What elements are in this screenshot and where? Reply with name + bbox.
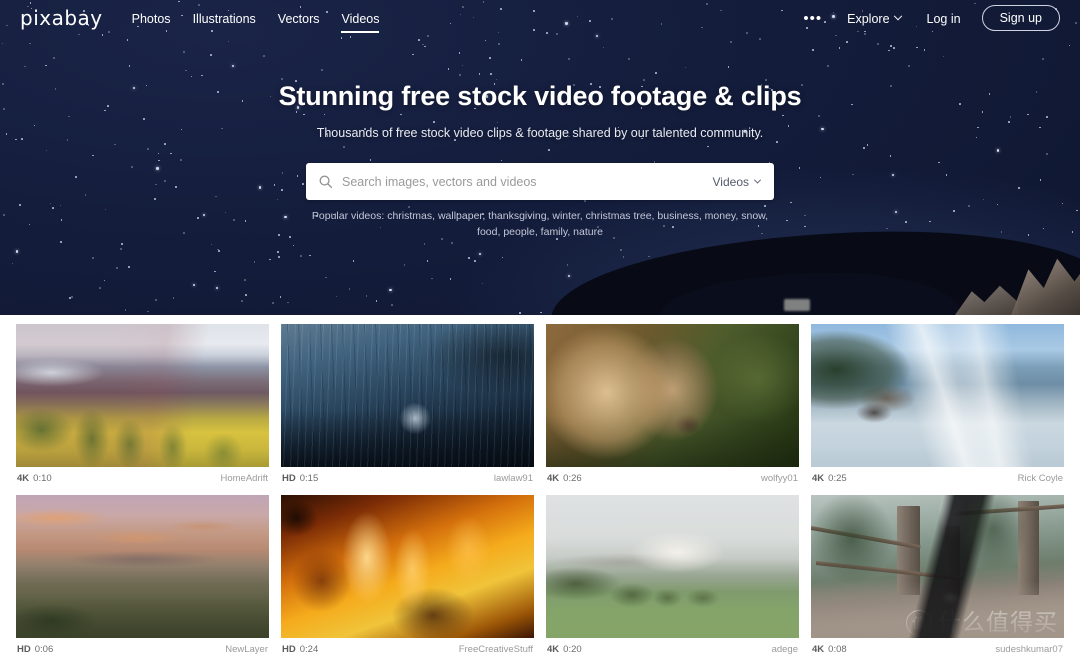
nav-link-photos[interactable]: Photos (121, 2, 182, 35)
popular-tags-list[interactable]: christmas, wallpaper, thanksgiving, wint… (387, 210, 768, 238)
video-thumbnail[interactable] (281, 324, 534, 467)
video-author[interactable]: wolfyy01 (761, 473, 798, 484)
fence-post (945, 526, 961, 596)
video-quality-duration: 4K 0:26 (547, 473, 582, 484)
video-thumbnail[interactable] (811, 324, 1064, 467)
pixabay-logo[interactable]: pixabay (12, 8, 121, 28)
video-thumbnail[interactable]: 值什么值得买 (811, 495, 1064, 638)
video-duration: 0:10 (33, 473, 52, 484)
video-author[interactable]: HomeAdrift (220, 473, 268, 484)
video-quality-badge: HD (282, 644, 296, 655)
watermark: 值什么值得买 (906, 610, 1058, 636)
video-card[interactable]: HD 0:24 FreeCreativeStuff (281, 495, 534, 658)
video-duration: 0:08 (828, 644, 847, 655)
nav-link-videos[interactable]: Videos (330, 2, 390, 35)
watermark-badge-icon: 值 (906, 610, 932, 636)
video-author[interactable]: lawlaw91 (494, 473, 533, 484)
video-duration: 0:24 (299, 644, 319, 655)
fence-post (897, 506, 920, 596)
top-navigation-bar: pixabay Photos Illustrations Vectors Vid… (0, 0, 1080, 36)
video-thumbnail[interactable] (16, 495, 269, 638)
nav-link-explore[interactable]: Explore (834, 2, 913, 35)
video-quality-duration: HD 0:06 (17, 644, 53, 655)
search-input[interactable] (333, 174, 713, 189)
video-meta: HD 0:24 FreeCreativeStuff (281, 638, 534, 658)
watermark-text: 什么值得买 (938, 609, 1058, 636)
video-author[interactable]: NewLayer (225, 644, 268, 655)
more-options-icon[interactable]: ••• (791, 7, 834, 30)
nav-link-vectors[interactable]: Vectors (267, 2, 331, 35)
video-quality-badge: 4K (17, 473, 30, 484)
fence-rail (815, 560, 963, 581)
video-thumbnail[interactable] (16, 324, 269, 467)
video-card[interactable]: 值什么值得买 4K 0:08 sudeshkumar07 (811, 495, 1064, 658)
video-quality-duration: 4K 0:10 (17, 473, 52, 484)
video-author[interactable]: Rick Coyle (1018, 473, 1063, 484)
video-duration: 0:26 (563, 473, 582, 484)
video-card[interactable]: 4K 0:10 HomeAdrift (16, 324, 269, 491)
video-meta: 4K 0:26 wolfyy01 (546, 467, 799, 491)
hero-banner: pixabay Photos Illustrations Vectors Vid… (0, 0, 1080, 315)
nav-link-illustrations[interactable]: Illustrations (182, 2, 267, 35)
fence-post (1018, 500, 1039, 596)
fence-rail (952, 504, 1064, 517)
video-meta: 4K 0:20 adege (546, 638, 799, 658)
search-type-label: Videos (712, 174, 749, 189)
video-card[interactable]: HD 0:06 NewLayer (16, 495, 269, 658)
video-quality-duration: 4K 0:25 (812, 473, 847, 484)
video-quality-badge: 4K (812, 473, 825, 484)
video-card[interactable]: 4K 0:25 Rick Coyle (811, 324, 1064, 491)
popular-tags: Popular videos: christmas, wallpaper, th… (310, 209, 770, 241)
video-thumbnail[interactable] (546, 324, 799, 467)
nav-link-explore-label: Explore (847, 11, 890, 26)
video-quality-badge: 4K (812, 644, 825, 655)
page-subtitle: Thousands of free stock video clips & fo… (316, 126, 764, 140)
video-quality-badge: 4K (547, 473, 560, 484)
video-duration: 0:20 (563, 644, 582, 655)
nav-link-login[interactable]: Log in (914, 2, 974, 35)
signup-button[interactable]: Sign up (981, 5, 1060, 31)
chevron-down-icon (753, 176, 762, 184)
video-meta: HD 0:06 NewLayer (16, 638, 269, 658)
secondary-nav-links: ••• Explore Log in Sign up (791, 2, 1068, 35)
video-author[interactable]: sudeshkumar07 (995, 644, 1063, 655)
video-results-grid: 4K 0:10 HomeAdrift HD 0:15 lawlaw91 4K 0:26 wolf… (0, 315, 1080, 658)
video-card[interactable]: 4K 0:20 adege (546, 495, 799, 658)
primary-nav-links: Photos Illustrations Vectors Videos (121, 2, 391, 35)
video-thumbnail[interactable] (281, 495, 534, 638)
video-quality-duration: 4K 0:08 (812, 644, 847, 655)
popular-tags-prefix: Popular videos: (311, 210, 385, 222)
search-bar[interactable]: Videos (306, 163, 774, 200)
video-meta: HD 0:15 lawlaw91 (281, 467, 534, 491)
video-meta: 4K 0:10 HomeAdrift (16, 467, 269, 491)
video-author[interactable]: adege (772, 644, 798, 655)
chevron-down-icon (893, 12, 902, 21)
video-card[interactable]: 4K 0:26 wolfyy01 (546, 324, 799, 491)
video-duration: 0:06 (34, 644, 54, 655)
video-card[interactable]: HD 0:15 lawlaw91 (281, 324, 534, 491)
video-author[interactable]: FreeCreativeStuff (459, 644, 533, 655)
video-thumbnail[interactable] (546, 495, 799, 638)
video-quality-duration: 4K 0:20 (547, 644, 582, 655)
video-duration: 0:15 (299, 473, 319, 484)
hero-content: Stunning free stock video footage & clip… (0, 36, 1080, 241)
video-meta: 4K 0:25 Rick Coyle (811, 467, 1064, 491)
fence-rail (811, 526, 921, 550)
video-meta: 4K 0:08 sudeshkumar07 (811, 638, 1064, 658)
search-icon (319, 175, 333, 189)
distant-light-glow (784, 299, 810, 311)
search-type-dropdown[interactable]: Videos (712, 174, 762, 189)
video-quality-duration: HD 0:15 (282, 473, 318, 484)
page-title: Stunning free stock video footage & clip… (278, 81, 802, 111)
video-duration: 0:25 (828, 473, 847, 484)
video-quality-duration: HD 0:24 (282, 644, 318, 655)
video-quality-badge: 4K (547, 644, 560, 655)
video-quality-badge: HD (17, 644, 31, 655)
video-quality-badge: HD (282, 473, 296, 484)
